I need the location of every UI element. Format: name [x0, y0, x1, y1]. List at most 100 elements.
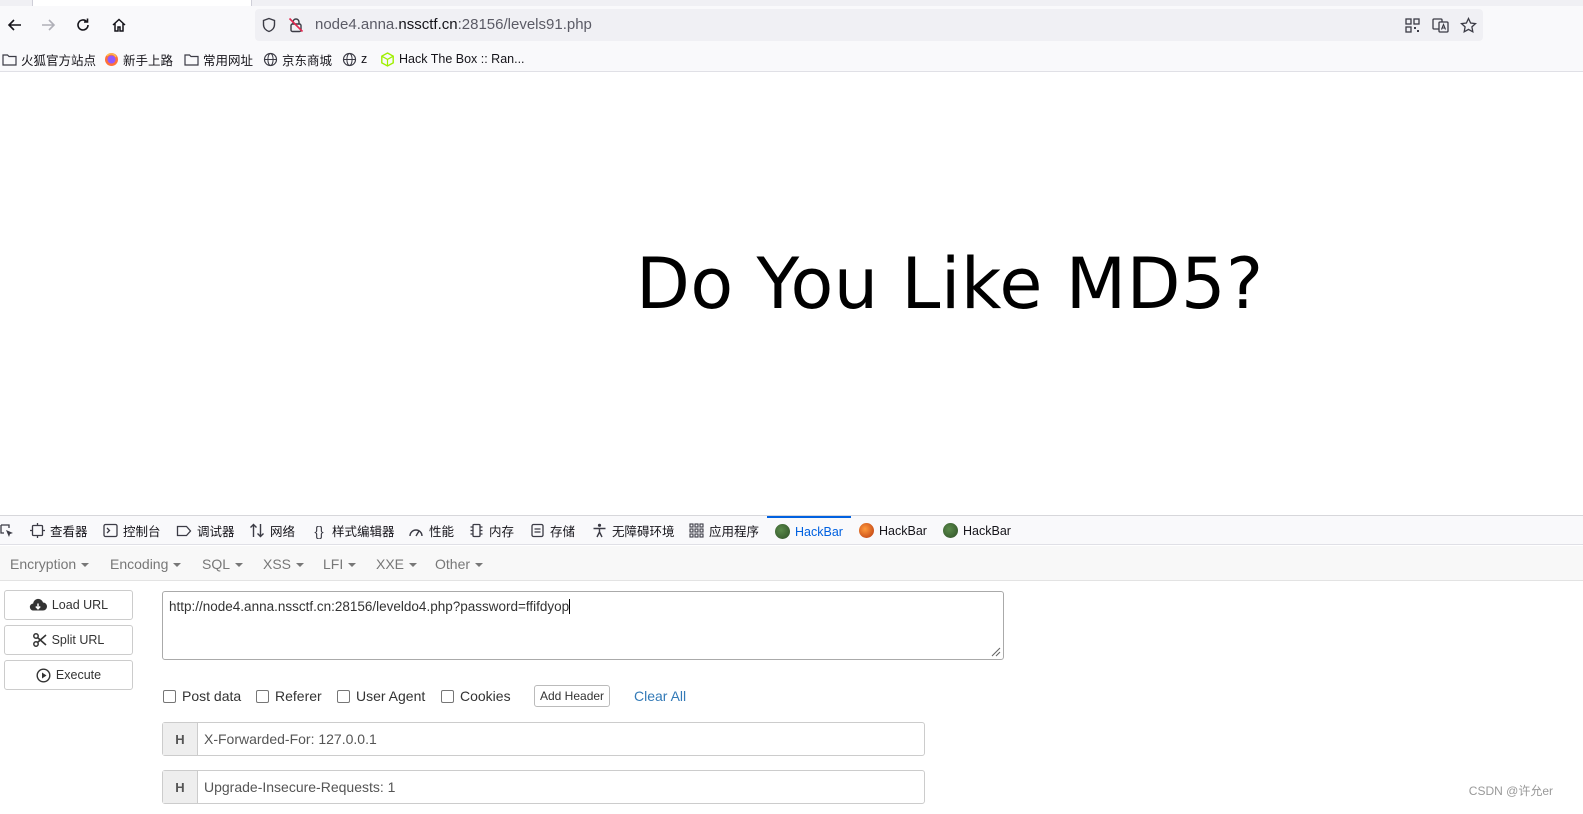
split-url-button[interactable]: Split URL [4, 625, 133, 655]
menu-other[interactable]: Other [435, 556, 484, 572]
performance-icon [409, 528, 423, 536]
back-button[interactable] [0, 10, 30, 40]
tab-label: HackBar [795, 524, 843, 539]
cloud-download-icon [29, 598, 47, 611]
element-picker-button[interactable] [0, 516, 14, 545]
url-textarea[interactable]: http://node4.anna.nssctf.cn:28156/leveld… [162, 591, 1004, 660]
menu-lfi[interactable]: LFI [323, 556, 357, 572]
firefox-icon [105, 52, 118, 66]
devtools-tab-hackbar-3[interactable]: HackBar [943, 516, 1011, 545]
reload-icon [77, 18, 89, 31]
url-text[interactable]: node4.anna.nssctf.cn:28156/levels91.php [315, 16, 592, 33]
home-button[interactable] [104, 10, 134, 40]
option-label: Post data [182, 688, 242, 704]
forward-arrow-icon [42, 19, 56, 31]
checkbox[interactable] [256, 689, 269, 703]
tab-label: 应用程序 [709, 525, 760, 539]
home-icon [112, 18, 126, 32]
insecure-lock-icon[interactable] [287, 16, 305, 34]
caret-down-icon [296, 563, 305, 568]
forward-button[interactable] [33, 10, 63, 40]
console-icon [103, 523, 118, 538]
bookmark-label: 新手上路 [123, 53, 174, 68]
user-agent-checkbox[interactable]: User Agent [337, 688, 425, 704]
bookmark-item[interactable]: 新手上路 [104, 50, 173, 68]
button-label: Execute [55, 668, 102, 682]
tab-label: 存储 [550, 525, 576, 539]
globe-icon [342, 52, 357, 66]
caret-down-icon [348, 563, 357, 568]
bookmark-item[interactable]: 火狐官方站点 [2, 50, 96, 68]
globe-icon [263, 52, 278, 66]
clear-all-link[interactable]: Clear All [634, 688, 686, 704]
menu-xxe[interactable]: XXE [376, 556, 418, 572]
menu-encoding[interactable]: Encoding [110, 556, 182, 572]
bookmark-star-icon[interactable] [1458, 15, 1478, 35]
referer-checkbox[interactable]: Referer [256, 688, 322, 704]
caret-down-icon [475, 563, 484, 568]
tracking-protection-shield-icon[interactable] [260, 16, 278, 34]
bookmark-item[interactable]: 常用网址 [184, 50, 253, 68]
header-input[interactable]: Upgrade-Insecure-Requests: 1 [198, 771, 395, 803]
tab-label: 无障碍环境 [612, 525, 675, 539]
hackbar-menu-bar: Encryption Encoding SQL XSS LFI XXE Othe… [0, 546, 1583, 581]
bookmark-item[interactable]: z [342, 50, 367, 68]
storage-icon [531, 523, 544, 538]
option-label: Cookies [460, 688, 511, 704]
checkbox[interactable] [441, 689, 454, 703]
tab-label: 内存 [489, 525, 515, 539]
play-circle-icon [36, 667, 51, 683]
devtools-tab-hackbar-1[interactable]: HackBar [767, 516, 851, 545]
caret-down-icon [235, 563, 244, 568]
checkbox[interactable] [163, 689, 176, 703]
devtools-tab-debugger[interactable]: 调试器 [176, 516, 235, 545]
devtools-tab-inspector[interactable]: 查看器 [30, 516, 88, 545]
execute-button[interactable]: Execute [4, 660, 133, 690]
devtools-tab-application[interactable]: 应用程序 [689, 516, 759, 545]
tab-label: HackBar [963, 523, 1011, 538]
header-toggle-button[interactable]: H [163, 723, 198, 755]
tab-label: 网络 [270, 525, 296, 539]
hackbar-orange-icon [859, 523, 874, 538]
devtools-tab-hackbar-2[interactable]: HackBar [859, 516, 927, 545]
tab-label: 性能 [429, 525, 455, 539]
reload-button[interactable] [68, 10, 98, 40]
devtools-tab-accessibility[interactable]: 无障碍环境 [592, 516, 675, 545]
url-prefix: node4.anna. [315, 16, 399, 33]
cookies-checkbox[interactable]: Cookies [441, 688, 511, 704]
checkbox[interactable] [337, 689, 350, 703]
menu-xss[interactable]: XSS [263, 556, 305, 572]
post-data-checkbox[interactable]: Post data [163, 688, 241, 704]
resize-grip-icon[interactable] [989, 645, 1001, 657]
devtools-tab-memory[interactable]: 内存 [469, 516, 514, 545]
devtools-tab-performance[interactable]: 性能 [408, 516, 454, 545]
devtools-tab-storage[interactable]: 存储 [530, 516, 575, 545]
bookmark-item[interactable]: Hack The Box :: Ran... [380, 50, 525, 68]
load-url-button[interactable]: Load URL [4, 590, 133, 620]
inspector-icon [30, 523, 45, 538]
header-input[interactable]: X-Forwarded-For: 127.0.0.1 [198, 723, 377, 755]
devtools-tab-network[interactable]: 网络 [249, 516, 295, 545]
option-label: Referer [275, 688, 322, 704]
translate-icon[interactable] [1430, 15, 1450, 35]
devtools-tab-style-editor[interactable]: {} 样式编辑器 [311, 516, 394, 545]
address-bar[interactable]: node4.anna.nssctf.cn:28156/levels91.php [255, 9, 1483, 41]
add-header-button[interactable]: Add Header [534, 685, 611, 707]
menu-sql[interactable]: SQL [202, 556, 244, 572]
option-label: User Agent [356, 688, 426, 704]
header-row: H X-Forwarded-For: 127.0.0.1 [162, 722, 925, 756]
header-toggle-button[interactable]: H [163, 771, 198, 803]
bookmarks-toolbar: 火狐官方站点 新手上路 常用网址 京东商城 z Hack The Box :: … [0, 44, 1583, 72]
hackbar-icon [775, 524, 790, 539]
menu-encryption[interactable]: Encryption [10, 556, 90, 572]
menu-label: XSS [263, 556, 292, 572]
folder-icon [184, 53, 199, 66]
caret-down-icon [81, 563, 90, 568]
hackbar-panel: Load URL Split URL Execute http://node4.… [0, 582, 1583, 814]
qr-code-icon[interactable] [1402, 15, 1422, 35]
hackbar-icon [943, 523, 958, 538]
bookmark-item[interactable]: 京东商城 [263, 50, 332, 68]
application-icon [689, 523, 704, 538]
devtools-tab-console[interactable]: 控制台 [103, 516, 161, 545]
menu-label: Other [435, 556, 471, 572]
